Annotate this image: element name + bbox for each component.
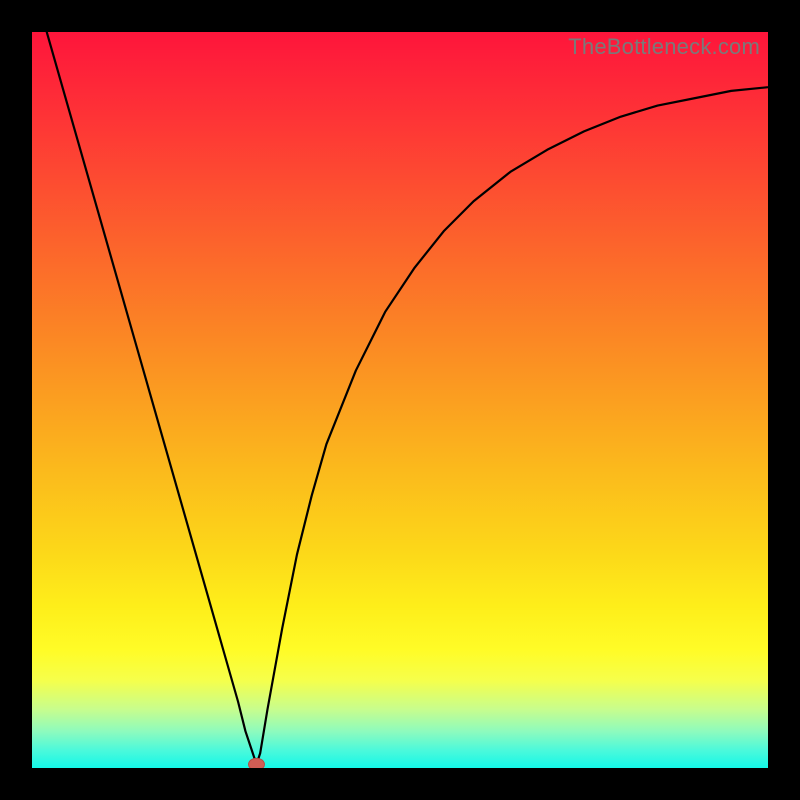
chart-background-gradient [32, 32, 768, 768]
chart-frame: TheBottleneck.com [0, 0, 800, 800]
optimum-marker [248, 758, 264, 768]
chart-plot-area: TheBottleneck.com [32, 32, 768, 768]
chart-svg [32, 32, 768, 768]
watermark-text: TheBottleneck.com [568, 34, 760, 60]
